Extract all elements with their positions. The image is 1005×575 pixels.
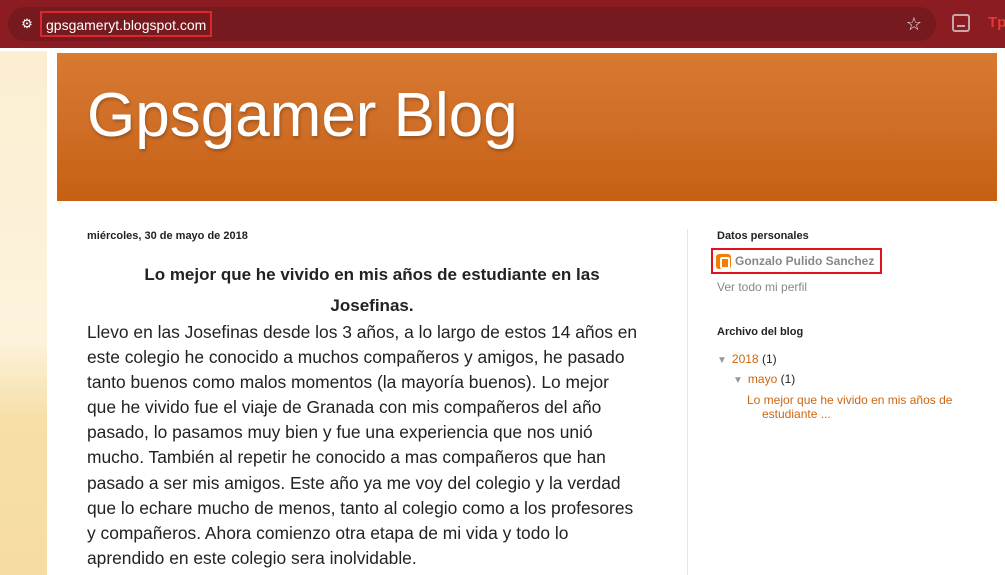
browser-toolbar: ⚙ gpsgameryt.blogspot.com ☆ Tp: [0, 0, 1005, 48]
view-full-profile-link[interactable]: Ver todo mi perfil: [717, 280, 807, 294]
archive-post-link[interactable]: Lo mejor que he vivido en mis años de es…: [747, 393, 967, 421]
archive-year-link[interactable]: 2018: [732, 352, 759, 366]
archive-month-link[interactable]: mayo: [748, 372, 777, 386]
profile-widget-title: Datos personales: [717, 230, 809, 242]
post-body-line: tanto buenos como malos momentos (la may…: [87, 372, 609, 393]
post-body: Llevo en las Josefinas desde los 3 años,…: [87, 320, 667, 571]
post-title-line: Lo mejor que he vivido en mis años de es…: [144, 265, 600, 284]
post-body-line: este colegio he conocido a muchos compañ…: [87, 347, 625, 368]
post-body-line: mucho. También al repetir he conocido a …: [87, 447, 606, 468]
post-body-line: que he vivido fue el viaje de Granada co…: [87, 397, 602, 418]
address-bar[interactable]: ⚙ gpsgameryt.blogspot.com ☆: [8, 7, 936, 41]
archive-widget-title: Archivo del blog: [717, 326, 804, 338]
archive-year-count: (1): [761, 352, 777, 366]
tp-extension-icon[interactable]: Tp: [988, 14, 1005, 31]
column-divider: [687, 229, 688, 575]
collapse-toggle-icon[interactable]: ▼: [717, 355, 727, 366]
blog-page: Gpsgamer Blog miércoles, 30 de mayo de 2…: [47, 51, 1005, 575]
archive-year-row: ▼ 2018 (1): [717, 352, 777, 366]
post-body-line: aprendido en este colegio sera inolvidab…: [87, 547, 417, 568]
post-body-line: Llevo en las Josefinas desde los 3 años,…: [87, 322, 638, 342]
post-title[interactable]: Lo mejor que he vivido en mis años de es…: [87, 259, 657, 321]
site-info-icon[interactable]: ⚙: [18, 15, 36, 33]
post-body-line: y compañeros. Ahora comienzo otra etapa …: [87, 522, 569, 543]
profile-name[interactable]: Gonzalo Pulido Sanchez: [735, 254, 874, 268]
archive-month-count: (1): [780, 372, 796, 386]
post-body-line: pasado a ser mis amigos. Este año ya me …: [87, 472, 621, 493]
profile-name-link[interactable]: Gonzalo Pulido Sanchez: [711, 248, 882, 274]
archive-post-line: Lo mejor que he vivido en mis años de: [747, 393, 953, 407]
post-title-line: Josefinas.: [330, 296, 414, 315]
post-body-line: pasado, lo pasamos muy bien y fue una ex…: [87, 422, 593, 443]
post-body-line: que lo echare mucho de menos, tanto al c…: [87, 497, 634, 518]
blog-header: Gpsgamer Blog: [57, 53, 997, 201]
post-date: miércoles, 30 de mayo de 2018: [87, 230, 248, 242]
collapse-toggle-icon[interactable]: ▼: [733, 375, 743, 386]
url-text[interactable]: gpsgameryt.blogspot.com: [40, 11, 213, 37]
archive-post-line: estudiante ...: [762, 407, 831, 421]
extension-icon[interactable]: [952, 14, 970, 32]
blog-title[interactable]: Gpsgamer Blog: [87, 81, 518, 151]
archive-month-row: ▼ mayo (1): [733, 372, 795, 386]
blogger-icon: [716, 254, 731, 269]
bookmark-star-icon[interactable]: ☆: [906, 13, 922, 35]
page-background: [0, 51, 47, 575]
